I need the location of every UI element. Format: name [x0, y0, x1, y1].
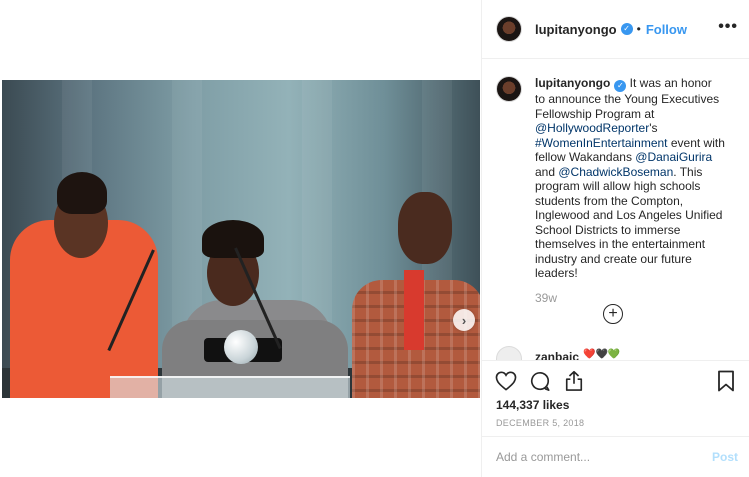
mention-link[interactable]: @ChadwickBoseman: [558, 165, 673, 179]
heart-icon[interactable]: [494, 369, 518, 393]
comments-list[interactable]: lupitanyongo ✓ It was an honor to announc…: [482, 60, 749, 360]
header-username[interactable]: lupitanyongo: [535, 22, 617, 37]
post-sidebar: lupitanyongo ✓ • Follow ••• lupitanyongo…: [481, 0, 749, 477]
caption-row: lupitanyongo ✓ It was an honor to announc…: [496, 76, 738, 281]
avatar[interactable]: [496, 16, 522, 42]
action-icons: [494, 369, 586, 393]
comment-icon[interactable]: [528, 369, 552, 393]
caption-segment: 's: [649, 121, 658, 135]
mention-link[interactable]: @HollywoodReporter: [535, 121, 649, 135]
post-comment-button[interactable]: Post: [712, 450, 738, 464]
instagram-post-modal: › lupitanyongo ✓ • Follow ••• lupitanyon…: [0, 0, 749, 477]
next-photo-button[interactable]: ›: [453, 309, 475, 331]
person-right-head: [398, 192, 452, 264]
person-right-shirt: [404, 270, 424, 350]
verified-badge-icon: ✓: [614, 80, 627, 92]
post-date: DECEMBER 5, 2018: [496, 418, 585, 428]
avatar[interactable]: [496, 346, 522, 360]
caption-text: lupitanyongo ✓ It was an honor to announc…: [535, 76, 725, 281]
share-icon[interactable]: [562, 369, 586, 393]
verified-badge-icon: ✓: [620, 23, 633, 35]
action-bar: 144,337 likes DECEMBER 5, 2018: [482, 360, 749, 440]
add-comment-bar: Post: [482, 436, 749, 477]
caption-age: 39w: [535, 290, 558, 305]
follow-button[interactable]: Follow: [646, 22, 687, 37]
load-more-comments-button[interactable]: +: [603, 304, 623, 324]
bookmark-icon[interactable]: [714, 369, 738, 393]
comment-emoji: ❤️🖤💚: [583, 349, 621, 360]
separator-dot: •: [636, 22, 641, 36]
media-column: ›: [0, 0, 481, 477]
caption-segment: . This program will allow high schools s…: [535, 164, 723, 281]
avatar[interactable]: [496, 76, 522, 102]
hashtag-link[interactable]: #WomenInEntertainment: [535, 136, 668, 150]
comment-row: zanbaic ❤️🖤💚: [496, 346, 620, 360]
more-options-icon[interactable]: •••: [718, 18, 738, 36]
caption-segment: and: [535, 164, 559, 179]
person-center-hair: [202, 220, 264, 258]
glass-podium: [110, 376, 350, 398]
post-header: lupitanyongo ✓ • Follow •••: [482, 0, 749, 59]
post-photo[interactable]: ›: [2, 80, 480, 398]
likes-count[interactable]: 144,337 likes: [496, 398, 569, 412]
mention-link[interactable]: @DanaiGurira: [635, 150, 712, 164]
glass-award: [224, 330, 258, 364]
comment-input[interactable]: [496, 450, 696, 464]
comment-username[interactable]: zanbaic: [535, 350, 579, 360]
chevron-right-icon: ›: [461, 312, 467, 328]
plus-icon: +: [608, 305, 618, 322]
caption-username[interactable]: lupitanyongo: [535, 76, 610, 90]
person-left-hair: [57, 172, 107, 214]
